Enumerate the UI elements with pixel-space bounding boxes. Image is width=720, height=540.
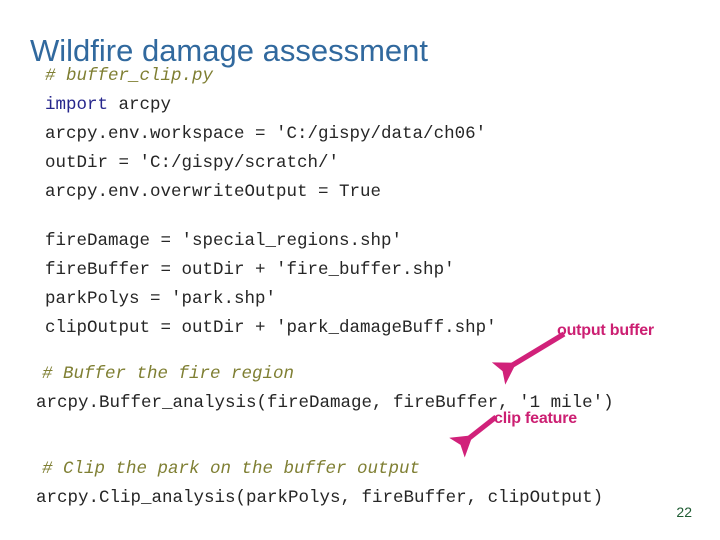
code-line-buffer-analysis: arcpy.Buffer_analysis(fireDamage, fireBu… (36, 393, 614, 413)
code-line-clip-analysis: arcpy.Clip_analysis(parkPolys, fireBuffe… (36, 488, 604, 508)
annotation-output-buffer: output buffer (557, 322, 654, 339)
code-line-comment-filename: # buffer_clip.py (0, 62, 720, 91)
module-name: arcpy (108, 95, 172, 115)
code-line-import: import arcpy (0, 91, 720, 120)
comment-text: # Buffer the fire region (42, 364, 295, 384)
code-line-firedamage: fireDamage = 'special_regions.shp' (45, 231, 403, 251)
code-spacer (0, 343, 720, 360)
code-block: # buffer_clip.py import arcpy arcpy.env.… (0, 62, 720, 513)
code-line-parkpolys: parkPolys = 'park.shp' (45, 289, 277, 309)
page-number: 22 (676, 504, 692, 520)
code-line-set-outdir: outDir = 'C:/gispy/scratch/' (45, 153, 340, 173)
keyword-import: import (45, 95, 109, 115)
slide: Wildfire damage assessment # buffer_clip… (0, 0, 720, 540)
comment-text: # buffer_clip.py (45, 66, 214, 86)
comment-text: # Clip the park on the buffer output (42, 459, 421, 479)
code-line-set-overwrite: arcpy.env.overwriteOutput = True (45, 182, 382, 202)
code-spacer (0, 418, 720, 438)
code-line-comment-clip: # Clip the park on the buffer output (0, 455, 720, 484)
code-line-set-workspace: arcpy.env.workspace = 'C:/gispy/data/ch0… (45, 124, 487, 144)
code-line-firebuffer: fireBuffer = outDir + 'fire_buffer.shp' (45, 260, 455, 280)
annotation-clip-feature: clip feature (494, 410, 577, 427)
code-spacer (0, 438, 720, 455)
code-spacer (0, 207, 720, 227)
code-line-comment-buffer: # Buffer the fire region (0, 360, 720, 389)
